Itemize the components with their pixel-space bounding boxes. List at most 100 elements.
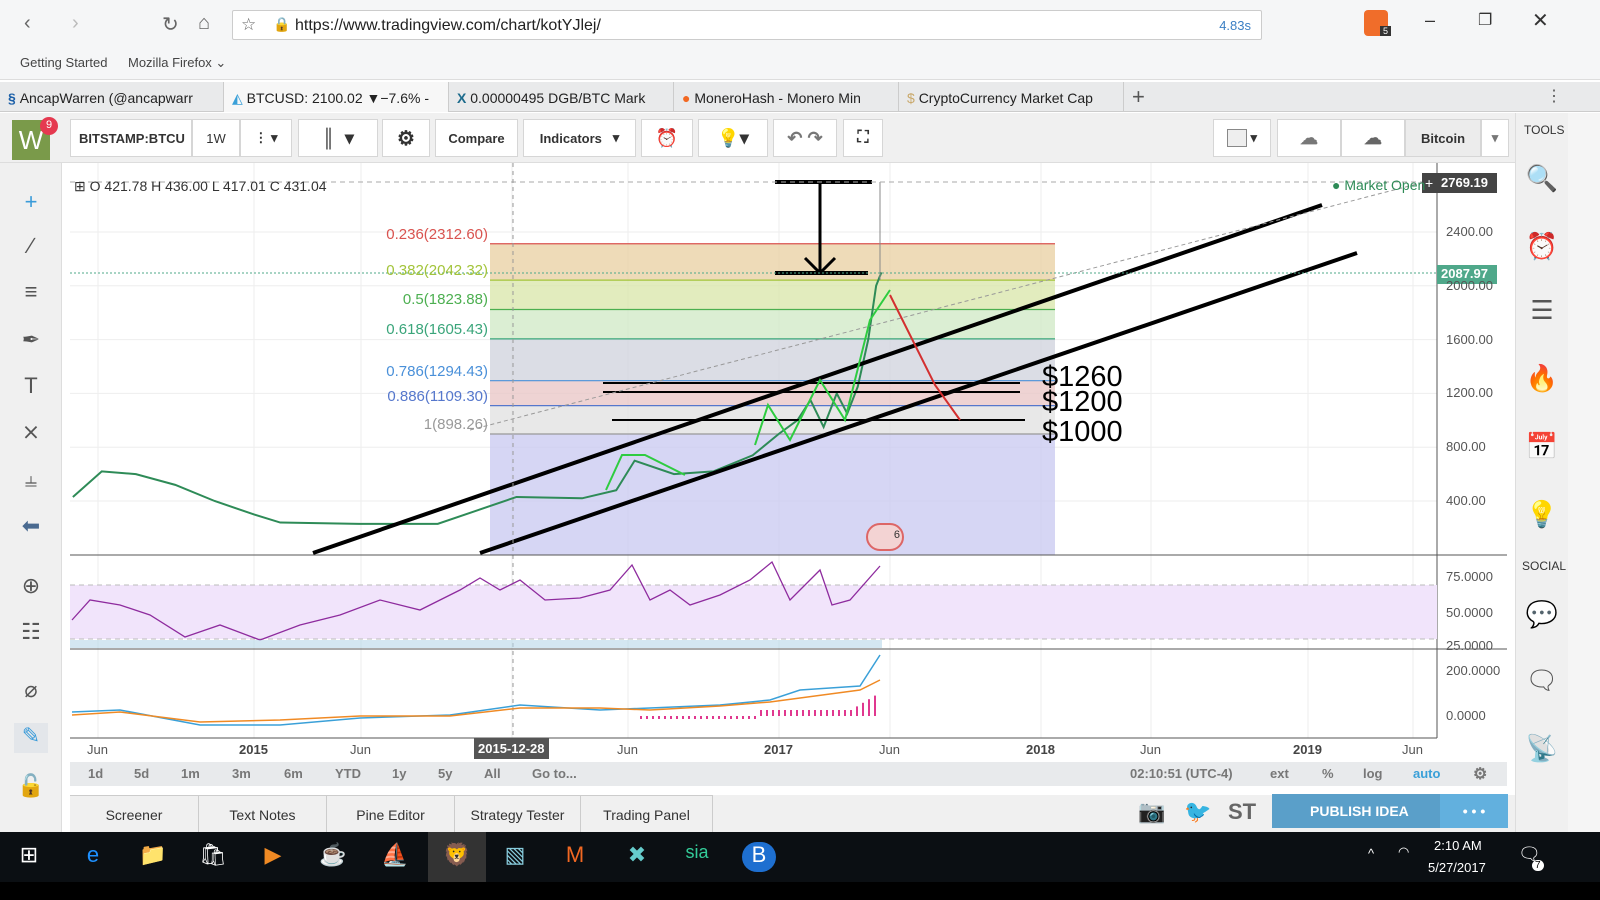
brave-taskbar-icon[interactable]: 🦁 [428,832,486,882]
percent-toggle[interactable]: % [1322,766,1334,781]
save-layout-button[interactable]: ☁ [1341,119,1405,157]
measure-icon[interactable]: ⫨ [14,467,48,497]
chat-icon[interactable]: 💬 [1524,599,1560,635]
symbol-search[interactable]: BITSTAMP:BTCU [70,119,192,157]
forward-button[interactable]: › [72,12,79,35]
range-ytd[interactable]: YTD [335,766,361,781]
chart-objects-icon[interactable]: ☷ [14,619,48,649]
tab-coinmarketcap[interactable]: $ CryptoCurrency Market Cap [899,82,1124,112]
indicators-button[interactable]: Indicators ▾ [523,119,636,157]
range-3m[interactable]: 3m [232,766,251,781]
bookmark-mozilla-firefox[interactable]: Mozilla Firefox ⌄ [128,55,226,71]
auto-toggle[interactable]: auto [1413,766,1440,781]
fib-lines-icon[interactable]: ≡ [14,279,48,309]
tab-ancapwarren[interactable]: § AncapWarren (@ancapwarr [0,82,224,112]
gear-icon[interactable]: ⚙ [1473,764,1487,784]
alert-button[interactable]: ⏰ [641,119,693,157]
undo-icon[interactable]: ↶ [787,128,802,149]
tab-menu-icon[interactable]: ⋮ [1546,86,1562,106]
range-5y[interactable]: 5y [438,766,452,781]
stocktwits-button[interactable]: ST [1228,799,1256,825]
zoom-in-icon[interactable]: ⊕ [14,573,48,603]
address-bar[interactable]: ☆ 🔒 https://www.tradingview.com/chart/ko… [232,10,1262,40]
restore-button[interactable]: ❐ [1478,10,1492,30]
magnet-icon[interactable]: ⌀ [14,677,48,707]
tab-pine-editor[interactable]: Pine Editor [327,795,455,833]
undo-redo[interactable]: ↶ ↷ [773,119,837,157]
wifi-icon[interactable]: ◠ [1398,844,1409,860]
range-6m[interactable]: 6m [284,766,303,781]
layout-name[interactable]: Bitcoin [1405,119,1481,157]
bookmark-getting-started[interactable]: Getting Started [20,55,107,70]
range-1m[interactable]: 1m [181,766,200,781]
pattern-icon[interactable]: ⨯ [14,419,48,449]
streams-icon[interactable]: 📡 [1524,733,1560,769]
range-1y[interactable]: 1y [392,766,406,781]
camera-icon[interactable]: 📷 [1138,799,1165,825]
interval-button[interactable]: 1W [192,119,240,157]
ideas-lightbulb-icon[interactable]: 💡 [1524,499,1560,535]
text-icon[interactable]: T [14,373,48,403]
edge-icon[interactable]: e [76,842,110,872]
bookmark-star-icon[interactable]: ☆ [241,15,256,35]
file-explorer-icon[interactable]: 📁 [136,842,170,872]
private-chat-icon[interactable]: 🗨 [1524,665,1560,701]
crosshair-icon[interactable]: + [14,189,48,219]
range-all[interactable]: All [484,766,501,781]
reload-button[interactable]: ↻ [162,12,179,37]
lock-drawings-icon[interactable]: 🔓 [14,773,48,803]
watchlist-icon[interactable]: ☰ [1524,295,1560,331]
interval-dropdown[interactable]: ⋮ ▾ [240,119,292,157]
store-icon[interactable]: 🛍 [196,842,230,872]
compare-button[interactable]: Compare [435,119,518,157]
java-icon[interactable]: ☕ [316,842,350,872]
load-layout-button[interactable]: ☁ [1277,119,1341,157]
tray-chevron-icon[interactable]: ^ [1368,846,1374,861]
scrollbar[interactable] [1568,113,1600,833]
tab-monerohash[interactable]: ● MoneroHash - Monero Min [674,82,899,112]
tab-screener[interactable]: Screener [70,795,199,833]
redo-icon[interactable]: ↷ [808,128,823,149]
expand-icon[interactable]: ⊞ [74,178,90,194]
publish-idea-button[interactable]: PUBLISH IDEA • • • [1272,794,1508,828]
media-icon[interactable]: ▶ [256,842,290,872]
tab-btcusd[interactable]: ◭ BTCUSD: 2100.02 ▼−7.6% - [224,82,449,112]
bitcoin-app-icon[interactable]: B [742,842,776,872]
tab-trading-panel[interactable]: Trading Panel [581,795,713,833]
wallet-icon[interactable]: ▧ [498,842,532,872]
brush-icon[interactable]: ✒ [14,327,48,357]
windows-start-icon[interactable]: ⊞ [12,842,46,872]
goto-date[interactable]: Go to... [532,766,577,781]
snapshot-layout-button[interactable]: ▾ [1213,119,1271,157]
log-toggle[interactable]: log [1363,766,1383,781]
fullscreen-button[interactable]: ⛶ [843,119,883,157]
hotlist-flame-icon[interactable]: 🔥 [1524,363,1560,399]
clock[interactable]: 02:10:51 (UTC-4) [1130,766,1233,781]
tab-dgb[interactable]: X 0.00000495 DGB/BTC Mark [449,82,674,112]
twitter-icon[interactable]: 🐦 [1184,799,1211,825]
arrow-left-icon[interactable]: ⬅ [14,513,48,543]
tab-text-notes[interactable]: Text Notes [199,795,327,833]
new-tab-button[interactable]: + [1132,84,1145,110]
taskbar-time[interactable]: 2:10 AM [1434,838,1482,853]
bittrex-taskbar-icon[interactable]: ✖ [620,842,654,872]
range-1d[interactable]: 1d [88,766,103,781]
range-5d[interactable]: 5d [134,766,149,781]
events-badge[interactable]: 6 [866,523,904,551]
calendar-icon[interactable]: 📅 [1524,431,1560,467]
app-icon[interactable]: ⛵ [378,842,412,872]
ideas-button[interactable]: 💡 ▾ [698,119,768,157]
minimize-button[interactable]: – [1425,10,1435,31]
sia-icon[interactable]: sia [680,842,714,872]
tab-strategy-tester[interactable]: Strategy Tester [455,795,581,833]
settings-button[interactable]: ⚙ [382,119,430,157]
alarm-clock-icon[interactable]: ⏰ [1524,231,1560,267]
chart-style-button[interactable]: ║ ▾ [298,119,378,157]
chart-area[interactable]: ⊞ O 421.78 H 436.00 L 417.01 C 431.04 ● … [70,163,1507,763]
plus-icon[interactable]: + [1425,175,1433,191]
screener-search-icon[interactable]: 🔍 [1524,163,1560,199]
home-button[interactable]: ⌂ [198,12,210,35]
taskbar-date[interactable]: 5/27/2017 [1428,860,1486,875]
close-button[interactable]: ✕ [1532,8,1549,33]
monero-taskbar-icon[interactable]: M [558,842,592,872]
